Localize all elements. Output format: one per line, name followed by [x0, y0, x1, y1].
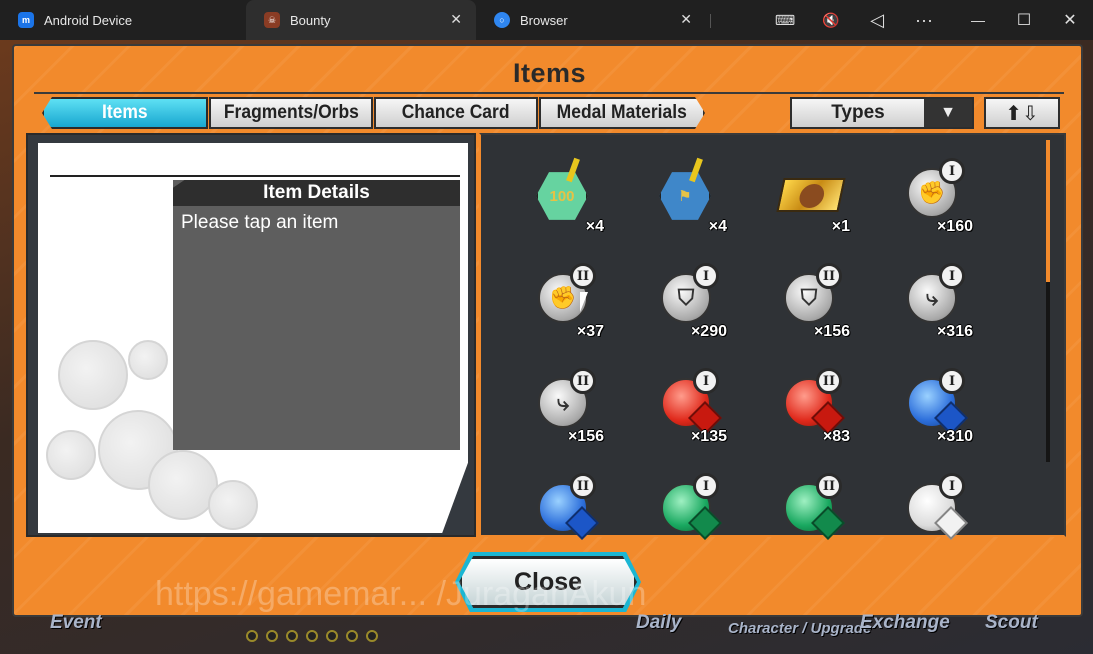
- tab-label: Fragments/Orbs: [223, 102, 359, 123]
- item-slot[interactable]: ⤷ I ×316: [889, 259, 979, 349]
- item-slot[interactable]: II: [766, 469, 856, 559]
- tab-browser[interactable]: ○ Browser ✕: [476, 0, 706, 40]
- rank-badge: I: [939, 473, 965, 499]
- item-quantity: ×4: [708, 218, 727, 235]
- close-window-icon[interactable]: ✕: [1050, 0, 1090, 40]
- menu-character-upgrade[interactable]: Character / Upgrade: [728, 620, 871, 637]
- title-divider: [34, 92, 1064, 94]
- maximize-icon[interactable]: ☐: [1004, 0, 1044, 40]
- rank-badge: II: [570, 473, 596, 499]
- item-slot[interactable]: ✊ II ×37: [520, 259, 610, 349]
- keyboard-icon[interactable]: ⌨: [765, 0, 805, 40]
- app-window: m Android Device ☠ Bounty ✕ ○ Browser ✕ …: [0, 0, 1093, 654]
- tab-medal-materials[interactable]: Medal Materials: [539, 97, 705, 129]
- item-slot[interactable]: II: [520, 469, 610, 559]
- rank-badge: II: [816, 263, 842, 289]
- item-quantity: ×1: [831, 218, 850, 235]
- close-tab-icon[interactable]: ✕: [680, 11, 692, 28]
- item-quantity: ×4: [585, 218, 604, 235]
- mouse-cursor-icon: [580, 292, 588, 312]
- menu-daily[interactable]: Daily: [636, 612, 681, 634]
- item-slot[interactable]: 100 ×4: [520, 154, 610, 244]
- menu-exchange[interactable]: Exchange: [860, 612, 950, 634]
- more-icon[interactable]: ···: [904, 0, 944, 40]
- page-dots: [246, 630, 378, 642]
- tab-bounty[interactable]: ☠ Bounty ✕: [246, 0, 476, 40]
- medal-icon: ⚑: [659, 172, 711, 220]
- window-tab-bar: m Android Device ☠ Bounty ✕ ○ Browser ✕ …: [0, 0, 1093, 40]
- rank-badge: I: [693, 368, 719, 394]
- item-slot[interactable]: ⛉ I ×290: [643, 259, 733, 349]
- types-dropdown[interactable]: Types ▼: [790, 97, 974, 129]
- close-tab-icon[interactable]: ✕: [450, 11, 462, 28]
- item-slot[interactable]: I: [889, 469, 979, 559]
- item-slot[interactable]: ⚑ ×4: [643, 154, 733, 244]
- rank-badge: II: [816, 473, 842, 499]
- watermark: https://gamemar... /JuraganAkun: [155, 575, 647, 613]
- item-details-box: Item Details Please tap an item: [173, 180, 460, 450]
- sort-arrows-icon: ⬆⇩: [1005, 102, 1039, 125]
- item-quantity: ×290: [690, 323, 727, 340]
- item-quantity: ×156: [813, 323, 850, 340]
- rank-badge: II: [570, 263, 596, 289]
- item-slot[interactable]: ✊ I ×160: [889, 154, 979, 244]
- rank-badge: I: [939, 263, 965, 289]
- minimize-icon[interactable]: —: [958, 0, 998, 40]
- divider: [710, 14, 711, 28]
- tab-chance-card[interactable]: Chance Card: [374, 97, 538, 129]
- ticket-icon: [776, 178, 846, 212]
- mute-icon[interactable]: 🔇: [811, 0, 851, 40]
- tab-fragments-orbs[interactable]: Fragments/Orbs: [209, 97, 373, 129]
- item-quantity: ×160: [936, 218, 973, 235]
- tab-label: Android Device: [44, 12, 133, 28]
- detail-divider: [50, 175, 460, 177]
- tab-android-device[interactable]: m Android Device: [0, 0, 246, 40]
- types-label: Types: [831, 102, 885, 123]
- item-slot[interactable]: ×1: [766, 154, 856, 244]
- tab-label: Chance Card: [402, 102, 510, 123]
- tab-label: Medal Materials: [556, 102, 688, 123]
- rank-badge: II: [816, 368, 842, 394]
- item-quantity: ×135: [690, 428, 727, 445]
- item-quantity: ×310: [936, 428, 973, 445]
- panel-title: Items: [512, 58, 587, 88]
- item-quantity: ×156: [567, 428, 604, 445]
- medal-text: 100: [549, 187, 575, 205]
- back-icon[interactable]: ◁: [857, 0, 897, 40]
- medal-text: ⚑: [678, 188, 692, 205]
- tab-items[interactable]: Items: [42, 97, 208, 129]
- item-details-placeholder: Please tap an item: [181, 212, 339, 233]
- android-device-app-icon: m: [18, 12, 34, 28]
- rank-badge: I: [939, 368, 965, 394]
- scrollbar-thumb[interactable]: [1046, 140, 1050, 282]
- item-quantity: ×316: [936, 323, 973, 340]
- sort-order-button[interactable]: ⬆⇩: [984, 97, 1060, 129]
- tab-label: Bounty: [290, 12, 331, 28]
- rank-badge: I: [693, 473, 719, 499]
- rank-badge: I: [939, 158, 965, 184]
- item-slot[interactable]: ⛉ II ×156: [766, 259, 856, 349]
- rank-badge: I: [693, 263, 719, 289]
- item-slot[interactable]: II ×83: [766, 364, 856, 454]
- rank-badge: II: [570, 368, 596, 394]
- item-quantity: ×83: [822, 428, 850, 445]
- item-slot[interactable]: I ×310: [889, 364, 979, 454]
- bounty-game-icon: ☠: [264, 12, 280, 28]
- tab-label: Browser: [520, 12, 568, 28]
- browser-icon: ○: [494, 12, 510, 28]
- item-slot[interactable]: ⤷ II ×156: [520, 364, 610, 454]
- item-details-heading: Item Details: [173, 180, 460, 206]
- item-quantity: ×37: [576, 323, 604, 340]
- medal-icon: 100: [536, 172, 588, 220]
- menu-event[interactable]: Event: [50, 612, 102, 634]
- item-slot[interactable]: I ×135: [643, 364, 733, 454]
- chevron-down-icon: ▼: [924, 99, 972, 127]
- tab-label: Items: [102, 102, 148, 123]
- menu-scout[interactable]: Scout: [985, 612, 1038, 634]
- item-slot[interactable]: I: [643, 469, 733, 559]
